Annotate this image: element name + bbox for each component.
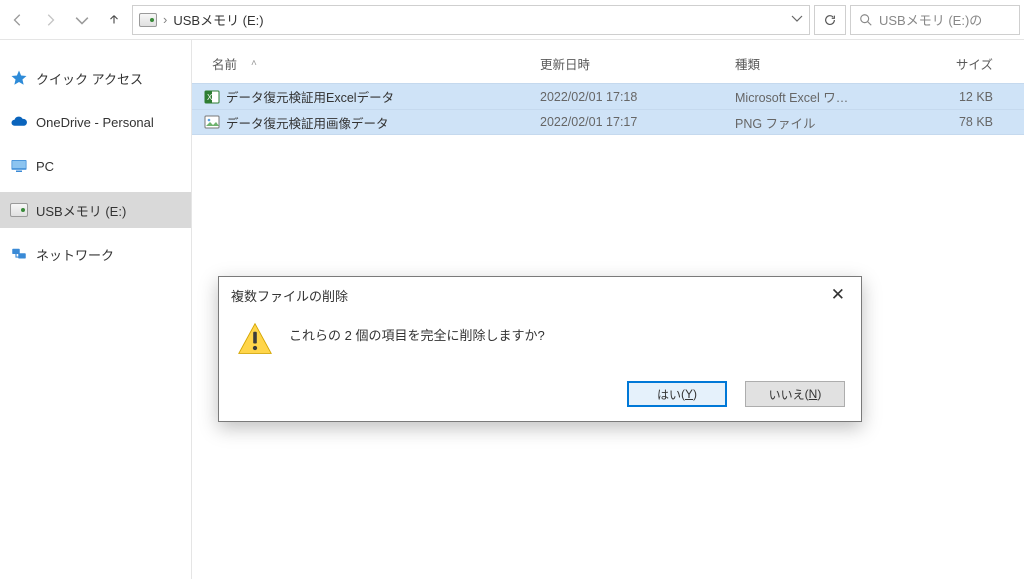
file-type: PNG ファイル <box>735 113 893 132</box>
sort-asc-icon: ˄ <box>251 58 257 69</box>
chevron-right-icon: › <box>163 12 167 27</box>
column-header-type[interactable]: 種類 <box>735 54 893 73</box>
nav-up-button[interactable] <box>100 6 128 34</box>
file-type: Microsoft Excel ワ… <box>735 87 893 106</box>
sidebar-item-pc[interactable]: PC <box>0 148 191 184</box>
star-icon <box>10 69 28 87</box>
sidebar-item-label: USBメモリ (E:) <box>36 201 126 220</box>
sidebar-item-onedrive[interactable]: OneDrive - Personal <box>0 104 191 140</box>
nav-history-button[interactable] <box>68 6 96 34</box>
file-date: 2022/02/01 17:18 <box>540 90 735 104</box>
sidebar-item-network[interactable]: ネットワーク <box>0 236 191 272</box>
sidebar-item-label: クイック アクセス <box>36 69 143 88</box>
search-placeholder: USBメモリ (E:)の <box>879 10 982 29</box>
nav-forward-button[interactable] <box>36 6 64 34</box>
network-icon <box>10 245 28 263</box>
sidebar-item-label: PC <box>36 159 54 174</box>
chevron-down-icon[interactable] <box>791 12 803 27</box>
column-header-name[interactable]: 名前 ˄ <box>200 54 540 73</box>
navigation-sidebar: クイック アクセス OneDrive - Personal PC USBメモリ … <box>0 40 192 579</box>
delete-confirm-dialog: 複数ファイルの削除 ✕ これらの 2 個の項目を完全に削除しますか? はい(Y)… <box>218 276 862 422</box>
file-row[interactable]: X データ復元検証用Excelデータ 2022/02/01 17:18 Micr… <box>192 83 1024 109</box>
sidebar-item-label: OneDrive - Personal <box>36 115 154 130</box>
dialog-title: 複数ファイルの削除 <box>231 286 348 305</box>
column-header-size[interactable]: サイズ <box>893 54 993 73</box>
dialog-message: これらの 2 個の項目を完全に削除しますか? <box>289 321 545 344</box>
file-size: 12 KB <box>893 90 993 104</box>
drive-icon <box>139 13 157 27</box>
search-input[interactable]: USBメモリ (E:)の <box>850 5 1020 35</box>
pc-icon <box>10 157 28 175</box>
column-headers: 名前 ˄ 更新日時 種類 サイズ <box>192 48 1024 83</box>
sidebar-item-usb-drive[interactable]: USBメモリ (E:) <box>0 192 191 228</box>
excel-file-icon: X <box>204 89 220 105</box>
sidebar-item-label: ネットワーク <box>36 245 114 264</box>
breadcrumb-location[interactable]: USBメモリ (E:) <box>173 10 263 29</box>
file-name: データ復元検証用画像データ <box>226 113 389 132</box>
file-name: データ復元検証用Excelデータ <box>226 87 394 106</box>
svg-text:X: X <box>207 93 213 102</box>
dialog-yes-button[interactable]: はい(Y) <box>627 381 727 407</box>
file-row[interactable]: データ復元検証用画像データ 2022/02/01 17:17 PNG ファイル … <box>192 109 1024 135</box>
image-file-icon <box>204 114 220 130</box>
address-bar[interactable]: › USBメモリ (E:) <box>132 5 810 35</box>
warning-icon <box>237 321 273 357</box>
search-icon <box>859 13 873 27</box>
drive-icon <box>10 203 28 217</box>
refresh-button[interactable] <box>814 5 846 35</box>
dialog-close-button[interactable]: ✕ <box>827 285 849 305</box>
file-date: 2022/02/01 17:17 <box>540 115 735 129</box>
sidebar-item-quick-access[interactable]: クイック アクセス <box>0 60 191 96</box>
column-header-date[interactable]: 更新日時 <box>540 54 735 73</box>
file-size: 78 KB <box>893 115 993 129</box>
nav-back-button[interactable] <box>4 6 32 34</box>
cloud-icon <box>10 113 28 131</box>
dialog-no-button[interactable]: いいえ(N) <box>745 381 845 407</box>
